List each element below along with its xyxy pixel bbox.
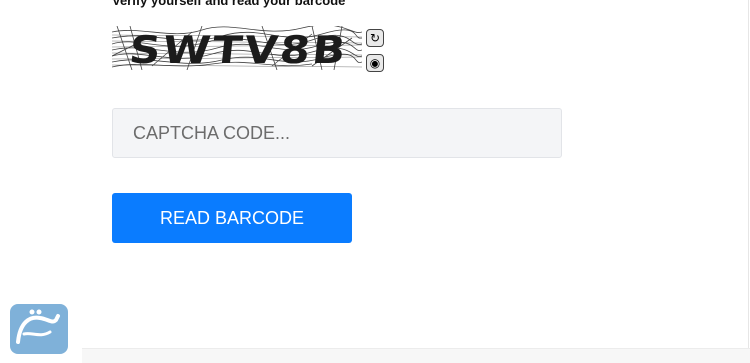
- refresh-icon: ↻: [369, 31, 381, 45]
- audio-icon: ◉: [369, 56, 381, 70]
- footer-bar: [82, 348, 750, 363]
- refresh-captcha-button[interactable]: ↻: [366, 29, 384, 47]
- captcha-text: SWTV8B: [127, 28, 350, 70]
- captcha-input[interactable]: [112, 108, 562, 158]
- captcha-image: SWTV8B: [112, 26, 362, 70]
- site-logo: [10, 304, 68, 354]
- page-edge-divider: [748, 0, 749, 348]
- read-barcode-button[interactable]: READ BARCODE: [112, 193, 352, 243]
- form-heading: Verify yourself and read your barcode: [112, 0, 346, 8]
- audio-captcha-button[interactable]: ◉: [366, 54, 384, 72]
